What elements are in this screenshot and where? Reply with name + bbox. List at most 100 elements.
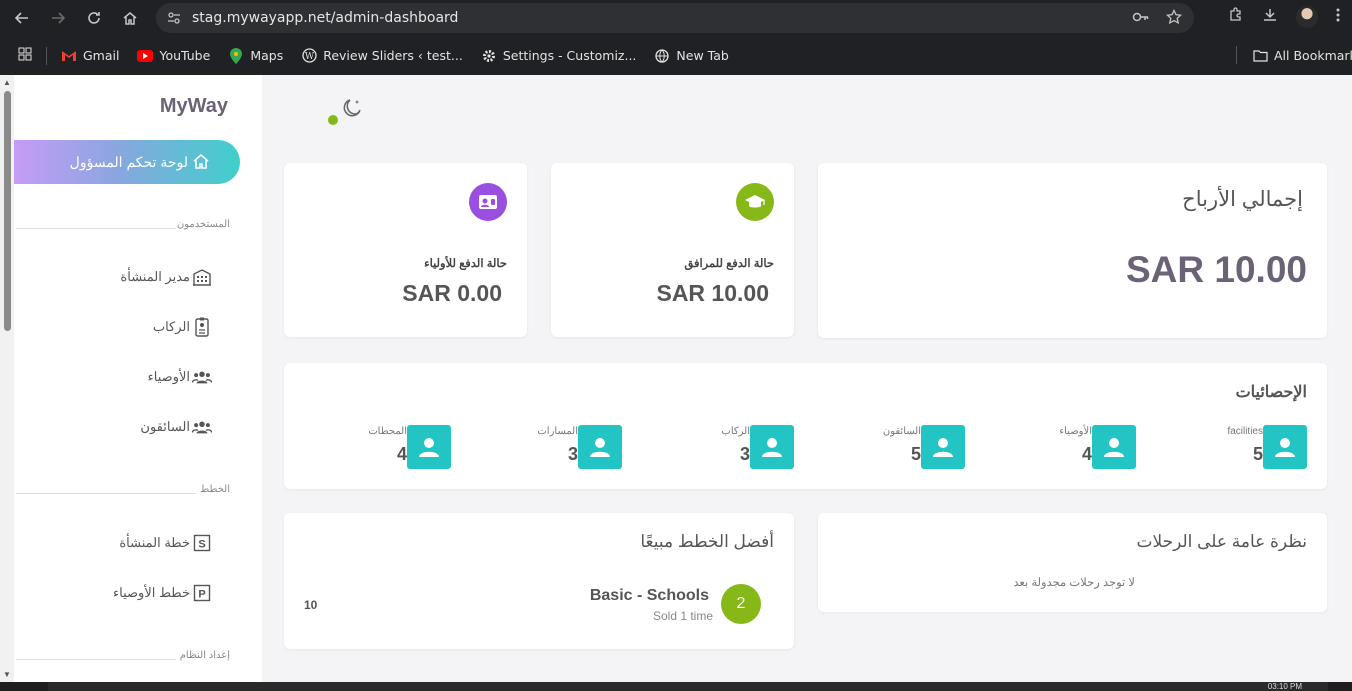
menu-dots-icon[interactable]: [1336, 7, 1340, 27]
maps-icon: [228, 47, 244, 64]
bookmark-settings[interactable]: Settings - Customiz...: [481, 48, 636, 64]
user-icon: [578, 425, 622, 469]
bookmark-label: YouTube: [159, 48, 211, 63]
home-icon[interactable]: [116, 4, 144, 32]
stat-value: 5: [910, 444, 921, 464]
extensions-icon[interactable]: [1228, 7, 1244, 27]
sidebar-item-label: الأوصياء: [147, 369, 190, 384]
scrollbar[interactable]: ▲ ▼: [0, 75, 14, 682]
profile-avatar[interactable]: [1296, 6, 1318, 28]
folder-icon: [1252, 47, 1268, 63]
section-divider: [16, 493, 196, 494]
bookmark-new-tab[interactable]: New Tab: [654, 48, 729, 64]
bookmark-gmail[interactable]: Gmail: [61, 48, 119, 64]
id-badge-icon: [192, 317, 212, 337]
gear-icon: [481, 48, 497, 64]
total-profit-card: إجمالي الأرباح SAR 10.00: [818, 163, 1327, 338]
stat-label: facilities: [1227, 426, 1263, 437]
bookmarks-divider: [1236, 46, 1237, 64]
stat-guardians: الأوصياء 4: [964, 425, 1136, 469]
sidebar-item-label: لوحة تحكم المسؤول: [69, 153, 188, 170]
sidebar-item-facility-manager[interactable]: مدير المنشأة: [120, 267, 212, 287]
bookmark-label: Review Sliders ‹ test...: [323, 48, 463, 63]
sidebar-item-facility-plan[interactable]: خطة المنشأة S: [119, 533, 212, 553]
users-icon: [192, 367, 212, 387]
site-info-icon[interactable]: [166, 10, 182, 26]
bookmarks-divider: [46, 46, 47, 65]
best-selling-plans-title: أفضل الخطط مبيعًا: [640, 532, 774, 551]
plan-amount: 10: [304, 598, 318, 612]
parents-payment-label: حالة الدفع للأولياء: [424, 258, 507, 270]
bookmark-star-icon[interactable]: [1165, 8, 1183, 29]
bookmark-youtube[interactable]: YouTube: [137, 48, 210, 64]
svg-text:S: S: [198, 539, 205, 551]
graduation-cap-icon: [736, 183, 774, 221]
statistics-title: الإحصائيات: [1235, 384, 1307, 401]
building-icon: [192, 267, 212, 287]
all-bookmarks[interactable]: All Bookmarks: [1252, 47, 1352, 63]
os-taskbar: 03:10 PM: [0, 682, 1352, 691]
plan-s-icon: S: [192, 533, 212, 553]
brand-logo[interactable]: MyWay: [160, 95, 228, 118]
total-profit-value: SAR 10.00: [1126, 249, 1307, 290]
plan-p-icon: P: [192, 583, 212, 603]
escort-payment-label: حالة الدفع للمرافق: [684, 258, 774, 270]
apps-grid-icon[interactable]: [18, 47, 32, 64]
sidebar-item-passengers[interactable]: الركاب: [153, 317, 212, 337]
taskbar-area: [48, 682, 1328, 691]
bookmark-review-sliders[interactable]: W Review Sliders ‹ test...: [301, 48, 463, 64]
stat-facilities: facilities 5: [1135, 425, 1307, 469]
taskbar-clock: 03:10 PM: [1267, 682, 1302, 691]
all-bookmarks-label: All Bookmarks: [1274, 47, 1352, 63]
url-text: stag.mywayapp.net/admin-dashboard: [192, 10, 458, 26]
user-icon: [407, 425, 451, 469]
scroll-down-icon[interactable]: ▼: [3, 670, 11, 679]
reload-icon[interactable]: [80, 4, 108, 32]
plan-name: Basic - Schools: [589, 587, 709, 604]
bookmark-label: New Tab: [676, 48, 729, 63]
bookmarks-bar: Gmail YouTube Maps W Review Sliders ‹ te…: [0, 36, 1352, 75]
address-bar[interactable]: stag.mywayapp.net/admin-dashboard: [156, 3, 1194, 33]
scrollbar-thumb[interactable]: [4, 91, 11, 331]
globe-icon: [654, 48, 670, 64]
sidebar-item-label: خطة المنشأة: [119, 535, 190, 550]
users-icon: [192, 417, 212, 437]
stat-value: 4: [1081, 444, 1092, 464]
stat-passengers: الركاب 3: [622, 425, 794, 469]
stat-routes: المسارات 3: [450, 425, 622, 469]
back-icon[interactable]: [8, 4, 36, 32]
user-icon: [1263, 425, 1307, 469]
bookmark-maps[interactable]: Maps: [228, 47, 283, 64]
stat-value: 3: [567, 444, 578, 464]
download-icon[interactable]: [1262, 7, 1278, 27]
parents-payment-card: حالة الدفع للأولياء SAR 0.00: [284, 163, 527, 337]
svg-text:P: P: [198, 589, 205, 601]
wordpress-icon: W: [301, 48, 317, 64]
parents-payment-value: SAR 0.00: [402, 280, 502, 306]
sidebar-item-drivers[interactable]: السائقون: [140, 417, 212, 437]
trips-overview-card: نظرة عامة على الرحلات لا توجد رحلات مجدو…: [818, 513, 1327, 612]
sidebar-item-guardians[interactable]: الأوصياء: [148, 367, 212, 387]
scroll-up-icon[interactable]: ▲: [3, 78, 11, 87]
url-path: /admin-dashboard: [330, 10, 459, 26]
sidebar-item-label: السائقون: [140, 419, 190, 434]
stat-value: 3: [739, 444, 750, 464]
contact-card-icon: [469, 183, 507, 221]
dark-mode-toggle[interactable]: [341, 97, 363, 119]
forward-icon[interactable]: [44, 4, 72, 32]
plan-sold-count: Sold 1 time: [652, 609, 713, 623]
sidebar-item-guardian-plans[interactable]: خطط الأوصياء P: [113, 583, 212, 603]
stat-stations: المحطات 4: [279, 425, 451, 469]
stat-value: 5: [1252, 444, 1263, 464]
section-divider: [16, 228, 176, 229]
status-indicator-dot: [328, 115, 338, 125]
browser-toolbar: stag.mywayapp.net/admin-dashboard: [0, 0, 1352, 36]
stat-value: 4: [396, 444, 407, 464]
stat-label: السائقون: [882, 426, 921, 437]
user-icon: [1092, 425, 1136, 469]
password-key-icon[interactable]: [1132, 9, 1150, 29]
section-label-plans: الخطط: [200, 484, 230, 495]
escort-payment-value: SAR 10.00: [656, 280, 769, 306]
sidebar-item-admin-dashboard[interactable]: لوحة تحكم المسؤول: [14, 140, 240, 184]
stat-label: الركاب: [721, 426, 750, 437]
